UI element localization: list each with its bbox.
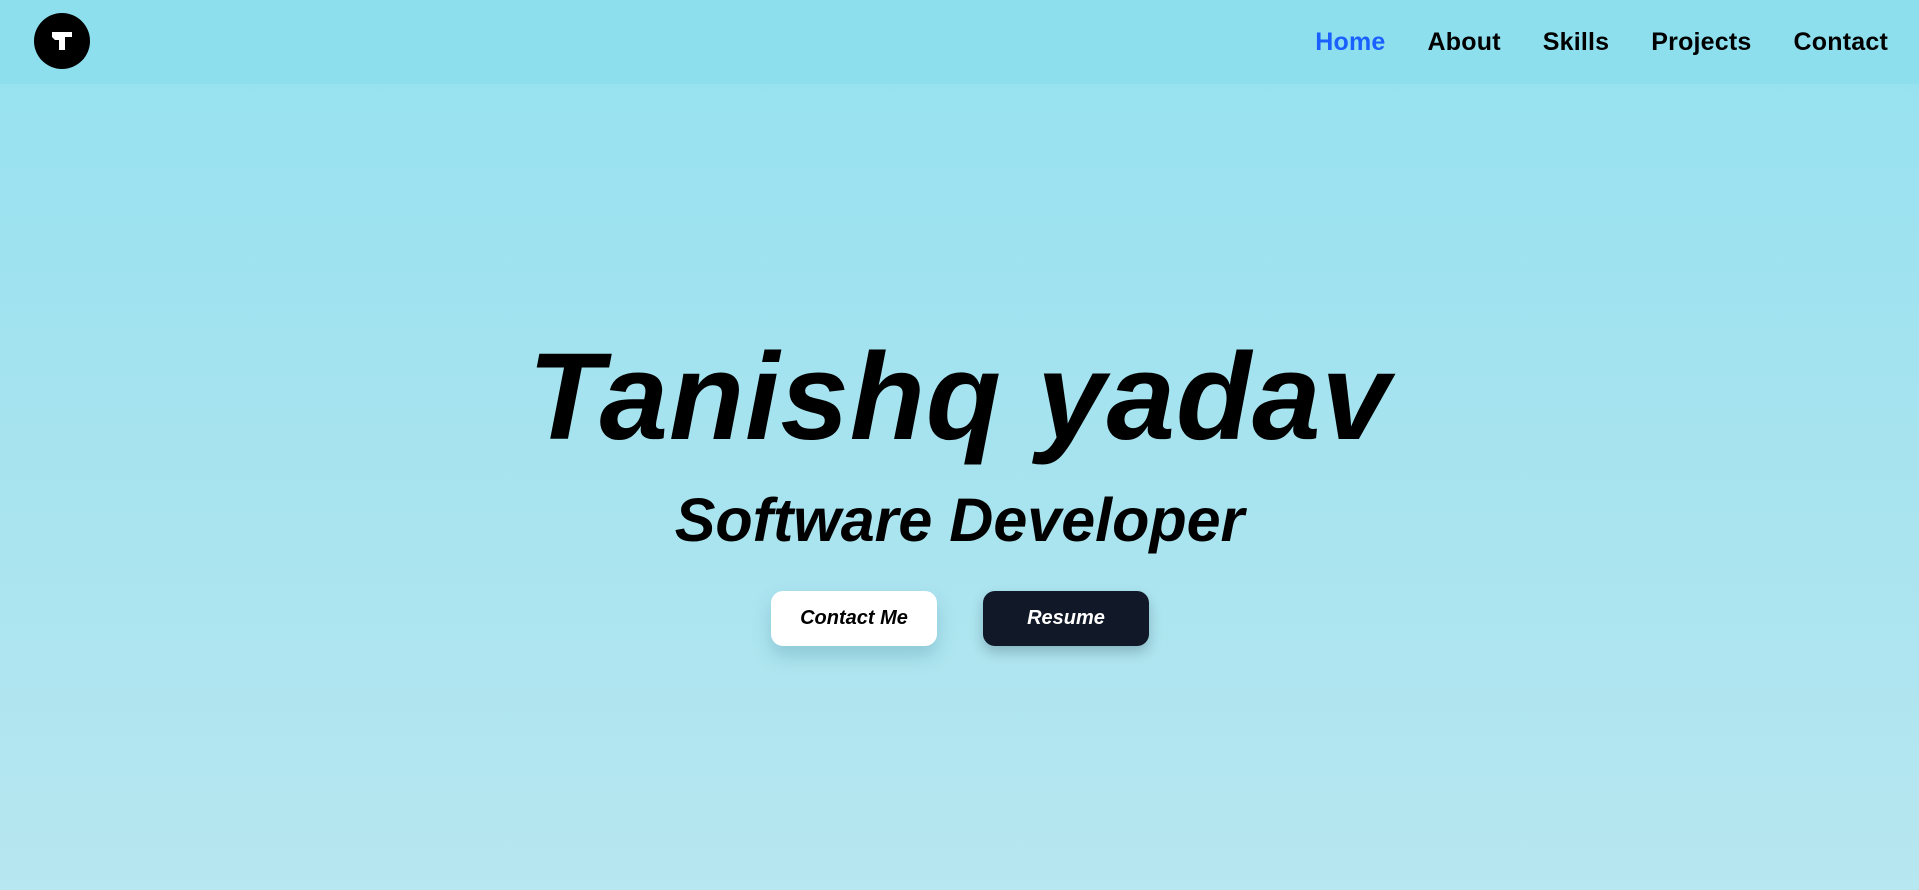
hero-role: Software Developer — [674, 486, 1245, 554]
resume-button[interactable]: Resume — [983, 591, 1149, 646]
nav-link-contact[interactable]: Contact — [1794, 28, 1888, 57]
nav-link-home[interactable]: Home — [1315, 28, 1385, 57]
contact-me-button[interactable]: Contact Me — [771, 591, 937, 646]
hero-button-row: Contact Me Resume — [771, 591, 1149, 646]
nav-link-about[interactable]: About — [1428, 28, 1501, 57]
hero-name: Tanishq yadav — [528, 329, 1391, 466]
nav-links: Home About Skills Projects Contact — [1315, 0, 1888, 84]
nav-link-projects[interactable]: Projects — [1651, 28, 1751, 57]
logo-t-icon[interactable] — [34, 13, 90, 69]
nav-link-skills[interactable]: Skills — [1543, 28, 1610, 57]
navbar: Home About Skills Projects Contact — [0, 0, 1919, 84]
t-logo-icon — [52, 32, 72, 50]
